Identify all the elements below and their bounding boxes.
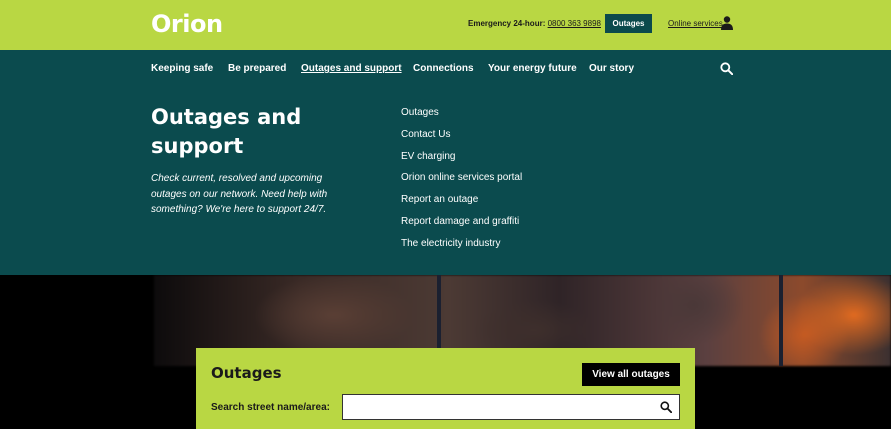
outages-button[interactable]: Outages xyxy=(605,14,652,33)
nav-item-outages-and-support[interactable]: Outages and support xyxy=(301,63,402,74)
submenu-link-ev-charging[interactable]: EV charging xyxy=(401,150,522,172)
online-services-link[interactable]: Online services xyxy=(668,19,723,28)
street-search-box xyxy=(342,394,680,420)
mega-menu-panel: Keeping safe Be prepared Outages and sup… xyxy=(0,50,891,275)
nav-item-keeping-safe[interactable]: Keeping safe xyxy=(151,63,213,74)
emergency-contact: Emergency 24-hour: 0800 363 9898 xyxy=(468,19,601,28)
outages-card-title: Outages xyxy=(211,364,282,382)
submenu-link-outages[interactable]: Outages xyxy=(401,106,522,128)
nav-item-our-story[interactable]: Our story xyxy=(589,63,634,74)
search-street-label: Search street name/area: xyxy=(211,402,330,413)
emergency-label: Emergency 24-hour: xyxy=(468,19,546,28)
nav-item-be-prepared[interactable]: Be prepared xyxy=(228,63,286,74)
submenu-list: Outages Contact Us EV charging Orion onl… xyxy=(401,106,522,259)
search-icon[interactable] xyxy=(660,401,672,413)
emergency-phone-link[interactable]: 0800 363 9898 xyxy=(548,19,601,28)
submenu-link-online-services-portal[interactable]: Orion online services portal xyxy=(401,171,522,193)
nav-item-connections[interactable]: Connections xyxy=(413,63,474,74)
street-search-input[interactable] xyxy=(343,395,643,419)
main-nav: Keeping safe Be prepared Outages and sup… xyxy=(0,50,891,88)
panel-title: Outages and support xyxy=(151,105,302,158)
submenu-link-electricity-industry[interactable]: The electricity industry xyxy=(401,237,522,259)
nav-item-your-energy-future[interactable]: Your energy future xyxy=(488,63,577,74)
search-icon[interactable] xyxy=(720,62,733,75)
hero-image-divider xyxy=(779,275,783,366)
user-icon[interactable] xyxy=(721,16,733,30)
outages-card: Outages View all outages Search street n… xyxy=(196,348,695,429)
submenu-link-contact-us[interactable]: Contact Us xyxy=(401,128,522,150)
view-all-outages-button[interactable]: View all outages xyxy=(582,363,680,386)
submenu-link-report-outage[interactable]: Report an outage xyxy=(401,193,522,215)
top-bar: Orion Emergency 24-hour: 0800 363 9898 O… xyxy=(0,0,891,50)
submenu-link-report-damage[interactable]: Report damage and graffiti xyxy=(401,215,522,237)
orion-logo[interactable]: Orion xyxy=(151,10,223,38)
panel-description: Check current, resolved and upcoming out… xyxy=(151,173,328,215)
